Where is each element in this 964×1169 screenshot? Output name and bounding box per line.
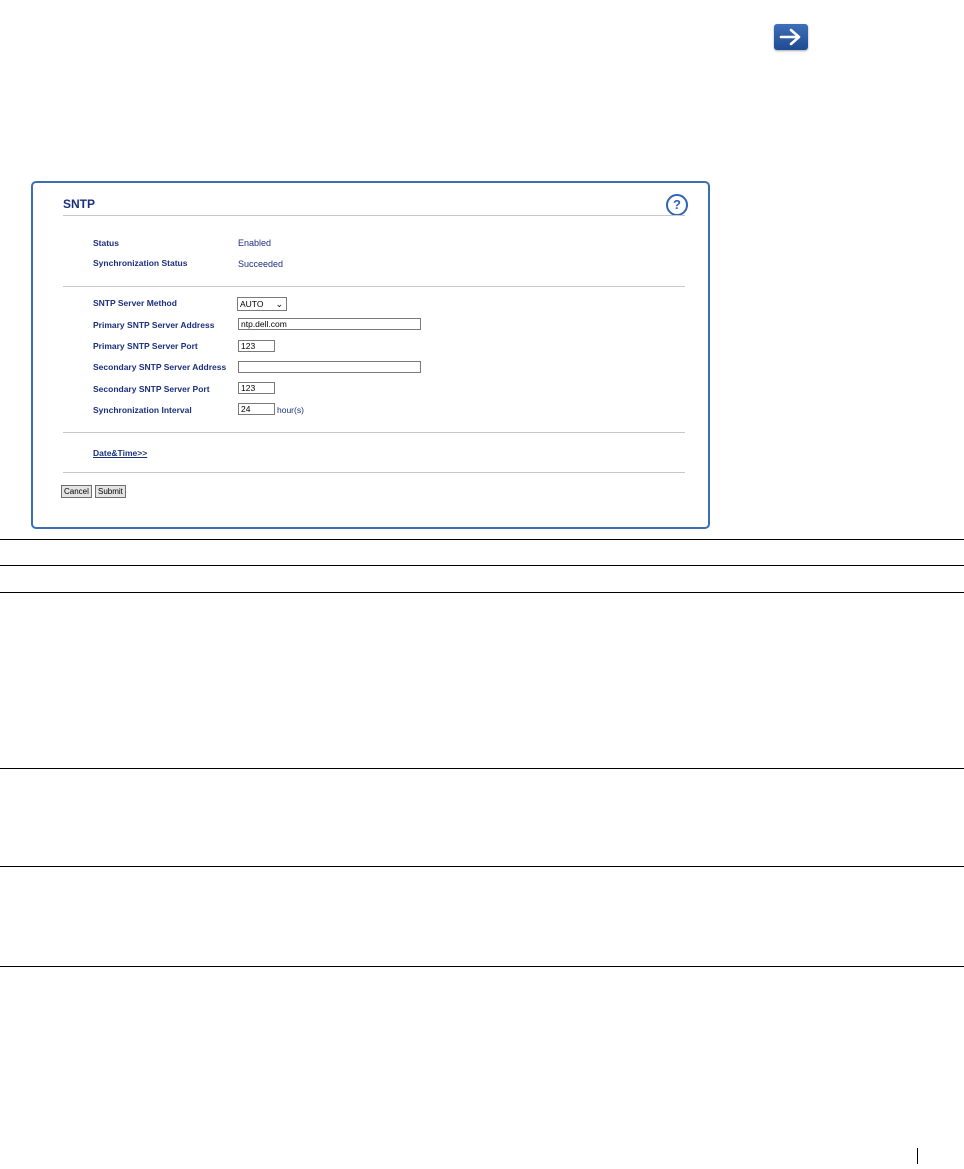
table-rule [0,966,964,967]
sntp-method-value: AUTO [240,299,264,309]
status-value: Enabled [238,238,272,248]
panel-title: SNTP [63,197,96,211]
table-rule [0,866,964,867]
sntp-method-select[interactable]: AUTO ⌄ [237,297,287,311]
sntp-settings-panel: SNTP ? Status Enabled Synchronization St… [31,181,710,529]
secondary-port-input[interactable]: 123 [238,382,275,394]
table-rule [0,539,964,540]
next-page-arrow-icon[interactable] [774,24,808,50]
status-label: Status [93,238,119,248]
chevron-down-icon: ⌄ [275,299,283,309]
primary-address-label: Primary SNTP Server Address [93,320,215,330]
arrow-right-icon [779,28,801,46]
divider [63,472,685,473]
interval-input[interactable]: 24 [238,403,275,415]
divider [63,215,685,216]
page-marker [917,1148,918,1164]
datetime-link[interactable]: Date&Time>> [93,448,147,458]
primary-port-input[interactable]: 123 [238,340,275,352]
sync-status-value: Succeeded [238,259,284,269]
submit-button[interactable]: Submit [95,485,126,498]
cancel-button[interactable]: Cancel [61,485,92,498]
sntp-method-label: SNTP Server Method [93,298,177,308]
interval-label: Synchronization Interval [93,405,192,415]
divider [63,286,685,287]
table-rule [0,768,964,769]
primary-address-input[interactable]: ntp.dell.com [238,318,421,330]
secondary-address-label: Secondary SNTP Server Address [93,362,227,372]
divider [63,432,685,433]
secondary-port-label: Secondary SNTP Server Port [93,384,210,394]
help-icon[interactable]: ? [666,194,688,216]
sync-status-label: Synchronization Status [93,258,188,268]
table-rule [0,592,964,593]
table-rule [0,565,964,566]
interval-unit: hour(s) [277,405,304,415]
secondary-address-input[interactable] [238,361,421,373]
primary-port-label: Primary SNTP Server Port [93,341,198,351]
